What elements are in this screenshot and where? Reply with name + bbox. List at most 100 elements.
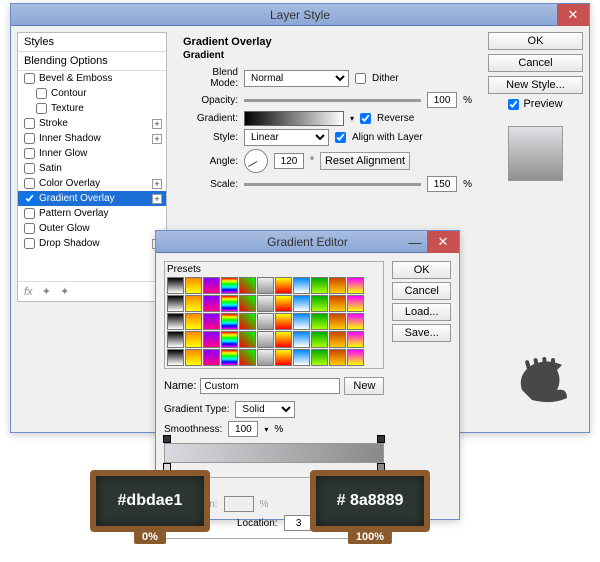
preset-swatch[interactable]	[221, 349, 238, 366]
style-item[interactable]: Pattern Overlay	[18, 206, 166, 221]
preset-swatch[interactable]	[347, 277, 364, 294]
preset-swatch[interactable]	[203, 349, 220, 366]
preset-grid[interactable]	[167, 277, 381, 366]
plus-icon[interactable]: +	[152, 119, 162, 129]
style-item[interactable]: Drop Shadow+	[18, 236, 166, 251]
preset-swatch[interactable]	[167, 349, 184, 366]
gradient-editor-titlebar[interactable]: Gradient Editor — ✕	[156, 231, 459, 253]
preset-swatch[interactable]	[275, 349, 292, 366]
scale-slider[interactable]	[244, 183, 421, 186]
style-item[interactable]: Bevel & Emboss	[18, 71, 166, 86]
ge-cancel-button[interactable]: Cancel	[392, 282, 451, 300]
preset-swatch[interactable]	[329, 295, 346, 312]
style-checkbox[interactable]	[36, 88, 47, 99]
style-checkbox[interactable]	[24, 223, 35, 234]
preset-swatch[interactable]	[239, 331, 256, 348]
preset-swatch[interactable]	[329, 313, 346, 330]
styles-header[interactable]: Styles	[18, 33, 166, 52]
style-item[interactable]: Inner Shadow+	[18, 131, 166, 146]
preset-swatch[interactable]	[185, 295, 202, 312]
preset-swatch[interactable]	[275, 313, 292, 330]
style-checkbox[interactable]	[24, 73, 35, 84]
style-item[interactable]: Gradient Overlay+	[18, 191, 166, 206]
preset-swatch[interactable]	[275, 331, 292, 348]
gradtype-select[interactable]: Solid	[235, 401, 295, 418]
ge-ok-button[interactable]: OK	[392, 261, 451, 279]
preset-swatch[interactable]	[185, 313, 202, 330]
preset-swatch[interactable]	[185, 277, 202, 294]
style-checkbox[interactable]	[24, 208, 35, 219]
preset-swatch[interactable]	[275, 277, 292, 294]
opacity-stop-right[interactable]	[377, 435, 385, 443]
angle-dial[interactable]	[244, 149, 268, 173]
scale-value[interactable]	[427, 176, 457, 192]
align-checkbox[interactable]	[335, 132, 346, 143]
style-item[interactable]: Outer Glow	[18, 221, 166, 236]
close-icon[interactable]: ✕	[557, 4, 589, 26]
style-select[interactable]: Linear	[244, 129, 329, 146]
reset-alignment-button[interactable]: Reset Alignment	[320, 152, 410, 170]
opacity-stop-left[interactable]	[163, 435, 171, 443]
preset-swatch[interactable]	[203, 277, 220, 294]
preset-swatch[interactable]	[257, 349, 274, 366]
style-item[interactable]: Color Overlay+	[18, 176, 166, 191]
plus-icon[interactable]: +	[152, 194, 162, 204]
style-checkbox[interactable]	[24, 133, 35, 144]
smoothness-value[interactable]	[228, 421, 258, 437]
preset-swatch[interactable]	[221, 295, 238, 312]
preset-swatch[interactable]	[293, 313, 310, 330]
style-item[interactable]: Inner Glow	[18, 146, 166, 161]
preset-swatch[interactable]	[167, 277, 184, 294]
style-item[interactable]: Texture	[18, 101, 166, 116]
plus-icon[interactable]: +	[152, 134, 162, 144]
preset-swatch[interactable]	[239, 349, 256, 366]
style-item[interactable]: Contour	[18, 86, 166, 101]
preset-swatch[interactable]	[347, 331, 364, 348]
preset-swatch[interactable]	[239, 277, 256, 294]
preset-swatch[interactable]	[221, 331, 238, 348]
preset-swatch[interactable]	[329, 277, 346, 294]
preset-swatch[interactable]	[329, 331, 346, 348]
preset-swatch[interactable]	[185, 331, 202, 348]
reverse-checkbox[interactable]	[360, 113, 371, 124]
opacity-value[interactable]	[427, 92, 457, 108]
blending-options[interactable]: Blending Options	[18, 52, 166, 71]
preset-swatch[interactable]	[257, 277, 274, 294]
preset-swatch[interactable]	[257, 313, 274, 330]
preset-swatch[interactable]	[221, 277, 238, 294]
gradient-picker[interactable]	[244, 111, 344, 126]
opacity-slider[interactable]	[244, 99, 421, 102]
preset-swatch[interactable]	[293, 331, 310, 348]
preset-swatch[interactable]	[221, 313, 238, 330]
preview-checkbox[interactable]	[508, 99, 519, 110]
style-checkbox[interactable]	[24, 148, 35, 159]
style-checkbox[interactable]	[24, 178, 35, 189]
style-item[interactable]: Satin	[18, 161, 166, 176]
preset-swatch[interactable]	[203, 331, 220, 348]
preset-swatch[interactable]	[311, 313, 328, 330]
preset-swatch[interactable]	[185, 349, 202, 366]
preset-swatch[interactable]	[311, 295, 328, 312]
preset-swatch[interactable]	[293, 349, 310, 366]
blend-mode-select[interactable]: Normal	[244, 70, 349, 87]
preset-swatch[interactable]	[167, 331, 184, 348]
preset-swatch[interactable]	[257, 295, 274, 312]
preset-swatch[interactable]	[167, 295, 184, 312]
gradient-bar[interactable]	[164, 443, 384, 463]
plus-icon[interactable]: +	[152, 179, 162, 189]
preset-swatch[interactable]	[311, 331, 328, 348]
preset-swatch[interactable]	[293, 277, 310, 294]
style-checkbox[interactable]	[24, 163, 35, 174]
style-checkbox[interactable]	[24, 118, 35, 129]
preset-swatch[interactable]	[167, 313, 184, 330]
preset-swatch[interactable]	[203, 313, 220, 330]
close-icon[interactable]: ✕	[427, 231, 459, 253]
cancel-button[interactable]: Cancel	[488, 54, 583, 72]
preset-swatch[interactable]	[347, 349, 364, 366]
preset-swatch[interactable]	[311, 349, 328, 366]
preset-swatch[interactable]	[203, 295, 220, 312]
ge-load-button[interactable]: Load...	[392, 303, 451, 321]
ok-button[interactable]: OK	[488, 32, 583, 50]
style-checkbox[interactable]	[24, 238, 35, 249]
layer-style-titlebar[interactable]: Layer Style ✕	[11, 4, 589, 26]
